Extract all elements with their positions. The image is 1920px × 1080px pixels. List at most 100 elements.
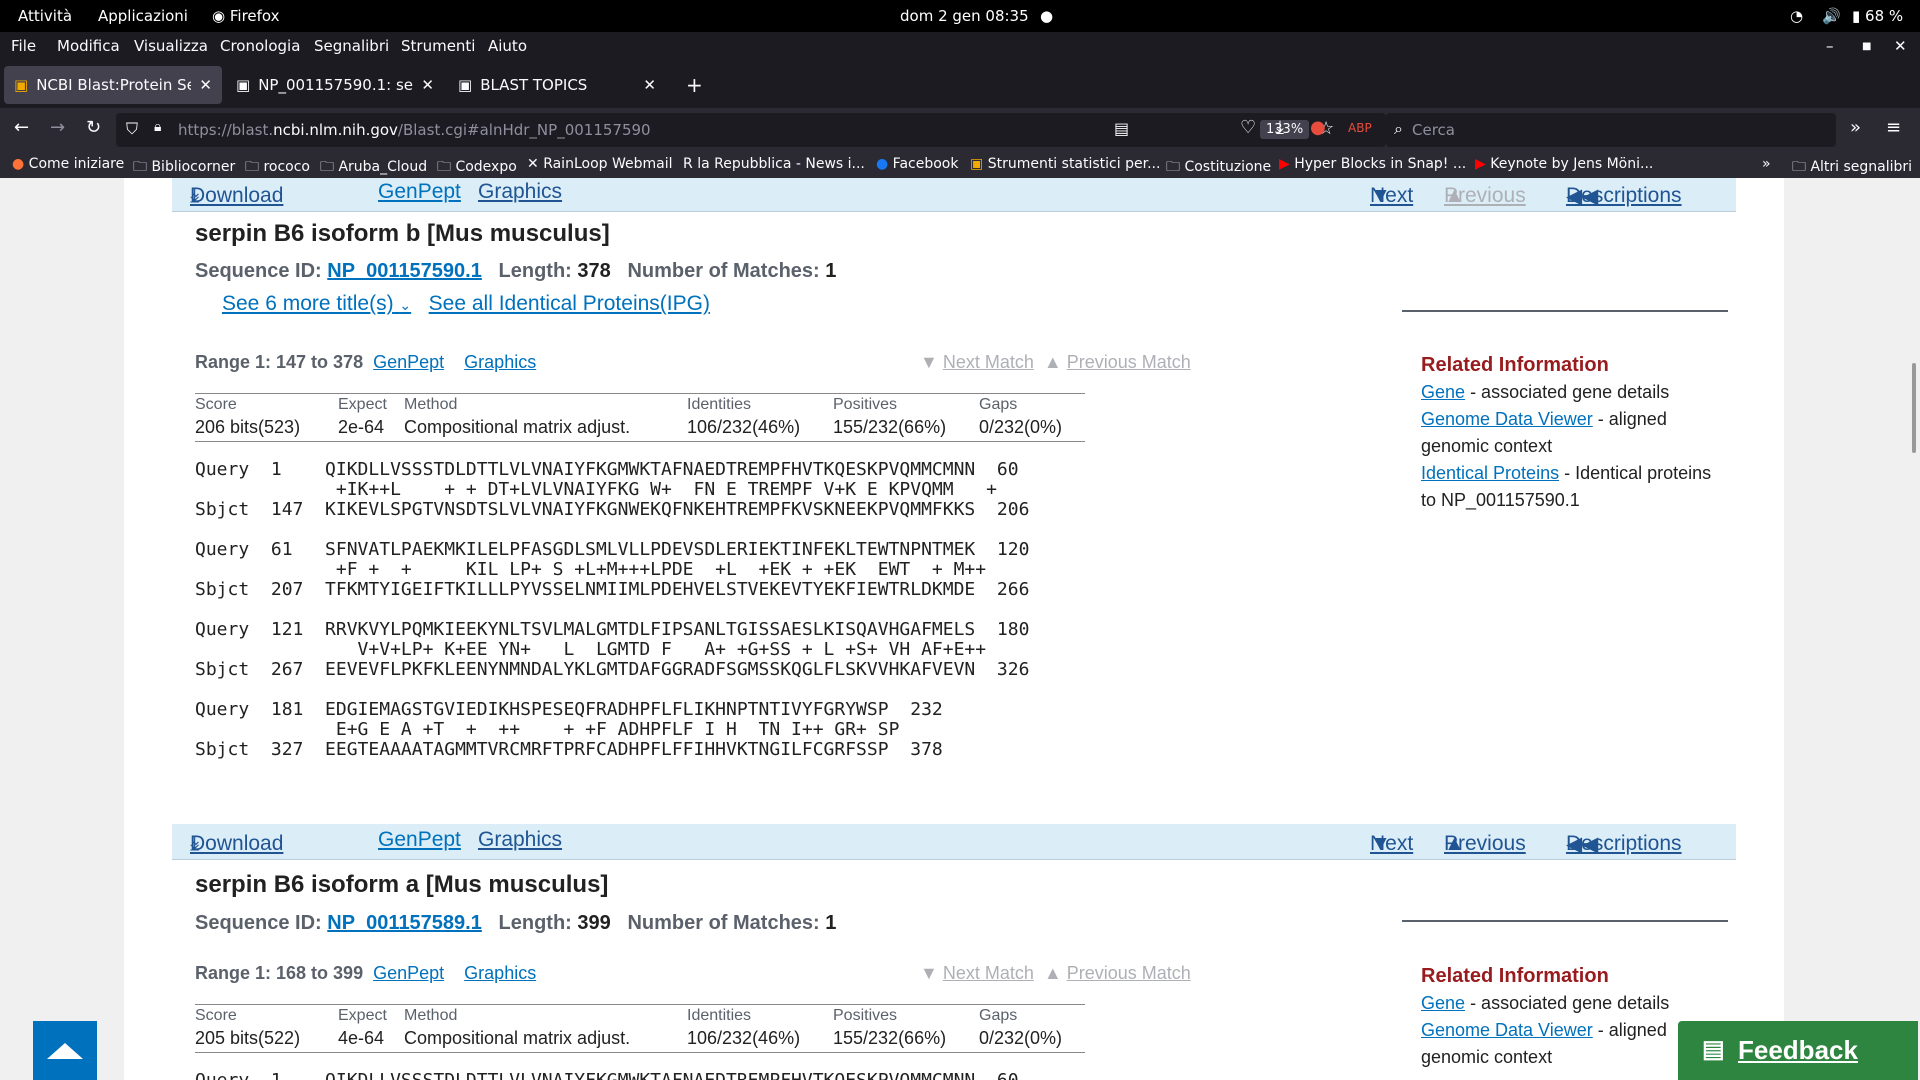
sequence-id-link[interactable]: NP_001157589.1 (327, 912, 482, 934)
divider (1402, 920, 1728, 922)
minimize-icon[interactable]: – (1826, 37, 1834, 55)
bookmark-aruba-cloud[interactable]: 🗀 Aruba_Cloud (320, 156, 427, 180)
stats-rule (195, 1052, 1085, 1053)
sequence-info: Sequence ID: NP_001157590.1 Length: 378 … (195, 260, 836, 283)
applications-menu[interactable]: Applicazioni (98, 7, 188, 25)
url-bar[interactable]: ⛉ 🔒︎ https://blast.ncbi.nlm.nih.gov/Blas… (116, 113, 1386, 147)
gene-link[interactable]: Gene (1421, 993, 1465, 1013)
range-graphics-link[interactable]: Graphics (464, 963, 536, 983)
stats-site-icon: ▣ (970, 156, 984, 172)
bookmark-rococo[interactable]: 🗀 rococo (245, 156, 310, 180)
bookmark-label: Aruba_Cloud (338, 159, 428, 175)
hamburger-menu-icon[interactable]: ≡ (1886, 117, 1901, 138)
menu-aiuto[interactable]: Aiuto (488, 37, 527, 55)
menu-cronologia[interactable]: Cronologia (220, 37, 300, 55)
bookmark-rainloop[interactable]: ✕ RainLoop Webmail (527, 156, 673, 172)
adblock-plus-icon[interactable]: ABP (1348, 121, 1372, 135)
genome-data-viewer-link[interactable]: Genome Data Viewer (1421, 409, 1593, 429)
tab-close-icon[interactable]: ✕ (421, 76, 434, 94)
reload-icon[interactable]: ↻ (86, 117, 101, 138)
bookmark-hyper-blocks[interactable]: ▶ Hyper Blocks in Snap! ... (1279, 156, 1466, 172)
search-box[interactable]: ⌕ Cerca (1386, 113, 1836, 147)
back-icon[interactable]: ← (14, 117, 29, 138)
firefox-app-indicator[interactable]: ◉ Firefox (212, 7, 280, 25)
new-tab-button[interactable]: + (680, 66, 710, 104)
bookmarks-overflow-icon[interactable]: » (1762, 156, 1771, 172)
tab-close-icon[interactable]: ✕ (199, 76, 212, 94)
see-more-titles-link[interactable]: See 6 more title(s) ⌄ (222, 292, 411, 315)
forward-icon[interactable]: → (50, 117, 65, 138)
tab-np-001157590[interactable]: ▣ NP_001157590.1: serpin B ✕ (226, 66, 444, 104)
bookmark-codexpo[interactable]: 🗀 Codexpo (437, 156, 517, 180)
menu-segnalibri[interactable]: Segnalibri (314, 37, 389, 55)
tab-label: NCBI Blast:Protein Seque (36, 76, 192, 94)
descriptions-label: Descriptions (1566, 184, 1682, 207)
range-genpept-link[interactable]: GenPept (373, 963, 444, 983)
genpept-link[interactable]: GenPept (378, 828, 461, 852)
bookmarks-toolbar: ● Come iniziare 🗀 Bibliocorner 🗀 rococo … (0, 152, 1920, 178)
match-navigation: ▼ Next Match ▲ Previous Match (920, 963, 1191, 984)
lock-icon[interactable]: 🔒︎ (154, 119, 161, 135)
shield-icon[interactable]: ⛉ (126, 119, 138, 139)
bookmark-come-iniziare[interactable]: ● Come iniziare (12, 156, 124, 172)
stats-method: Compositional matrix adjust. (404, 1028, 631, 1048)
length-value: 378 (577, 260, 611, 282)
graphics-link[interactable]: Graphics (478, 828, 562, 852)
tab-label: BLAST TOPICS (480, 76, 588, 94)
stats-rule (195, 393, 1085, 394)
feedback-button[interactable]: ▤ Feedback (1678, 1021, 1918, 1080)
firefox-icon: ◉ (212, 7, 226, 25)
menu-modifica[interactable]: Modifica (57, 37, 120, 55)
tab-label: NP_001157590.1: serpin B (258, 76, 414, 94)
clock[interactable]: dom 2 gen 08:35 (900, 7, 1029, 25)
range-genpept-link[interactable]: GenPept (373, 352, 444, 372)
page-scrollbar[interactable] (1908, 178, 1920, 1080)
menu-file[interactable]: File (11, 37, 36, 55)
extension-s-icon[interactable]: ● (1310, 117, 1326, 138)
bookmark-bibliocorner[interactable]: 🗀 Bibliocorner (133, 156, 235, 180)
window-close-icon[interactable]: ✕ (1894, 37, 1907, 55)
range-label: Range 1: 147 to 378 (195, 352, 364, 372)
bookmark-costituzione[interactable]: 🗀 Costituzione (1166, 156, 1271, 180)
folder-icon: 🗀 (437, 159, 451, 175)
blast-results-content: ⤓ Download ⌄ GenPept Graphics ▼ Next ▲ P… (124, 178, 1784, 1080)
scrollbar-thumb[interactable] (1912, 363, 1916, 453)
url-text[interactable]: https://blast.ncbi.nlm.nih.gov/Blast.cgi… (178, 121, 651, 139)
activities-button[interactable]: Attività (18, 7, 72, 25)
identical-proteins-link[interactable]: Identical Proteins (1421, 463, 1559, 483)
bookmark-repubblica[interactable]: R la Repubblica - News i... (683, 156, 865, 172)
graphics-link[interactable]: Graphics (478, 180, 562, 204)
range-graphics-link[interactable]: Graphics (464, 352, 536, 372)
menu-visualizza[interactable]: Visualizza (134, 37, 208, 55)
genome-data-viewer-link[interactable]: Genome Data Viewer (1421, 1020, 1593, 1040)
back-to-top-button[interactable] (33, 1021, 97, 1080)
bookmark-altri-segnalibri[interactable]: 🗀 Altri segnalibri (1792, 156, 1912, 180)
see-identical-proteins-link[interactable]: See all Identical Proteins(IPG) (429, 292, 710, 315)
reader-view-icon[interactable]: ▤ (1114, 119, 1129, 138)
maximize-icon[interactable]: ■ (1862, 41, 1871, 52)
bookmark-strumenti-statistici[interactable]: ▣ Strumenti statistici per... (970, 156, 1160, 172)
gene-link[interactable]: Gene (1421, 382, 1465, 402)
bookmark-facebook[interactable]: ● Facebook (876, 156, 958, 172)
overflow-menu-icon[interactable]: » (1850, 117, 1861, 138)
sequence-id-link[interactable]: NP_001157590.1 (327, 260, 482, 282)
zoom-level-button[interactable]: 133% (1260, 120, 1310, 139)
wifi-icon[interactable]: ◔ (1790, 7, 1803, 25)
genpept-link[interactable]: GenPept (378, 180, 461, 204)
bookmark-label: Bibliocorner (151, 159, 236, 175)
tab-blast-topics[interactable]: ▣ BLAST TOPICS ✕ (448, 66, 666, 104)
tab-favicon-icon: ▣ (236, 76, 251, 94)
pocket-icon[interactable]: ♡ (1240, 117, 1256, 138)
volume-icon[interactable]: 🔊 (1822, 7, 1841, 25)
downloads-icon[interactable]: ⤓ (1276, 117, 1284, 138)
menu-strumenti[interactable]: Strumenti (401, 37, 475, 55)
chevron-down-icon: ⌄ (190, 832, 202, 848)
battery-indicator[interactable]: ▮ 68 % (1852, 7, 1903, 25)
bookmark-keynote[interactable]: ▶ Keynote by Jens Möni... (1475, 156, 1653, 172)
bookmark-label: la Repubblica - News i... (697, 156, 865, 172)
tab-ncbi-blast[interactable]: ▣ NCBI Blast:Protein Seque ✕ (4, 66, 222, 104)
sequence-info: Sequence ID: NP_001157589.1 Length: 399 … (195, 912, 836, 935)
see-more-row: See 6 more title(s) ⌄ See all Identical … (222, 292, 710, 316)
tab-close-icon[interactable]: ✕ (643, 76, 656, 94)
repubblica-icon: R (683, 156, 693, 172)
